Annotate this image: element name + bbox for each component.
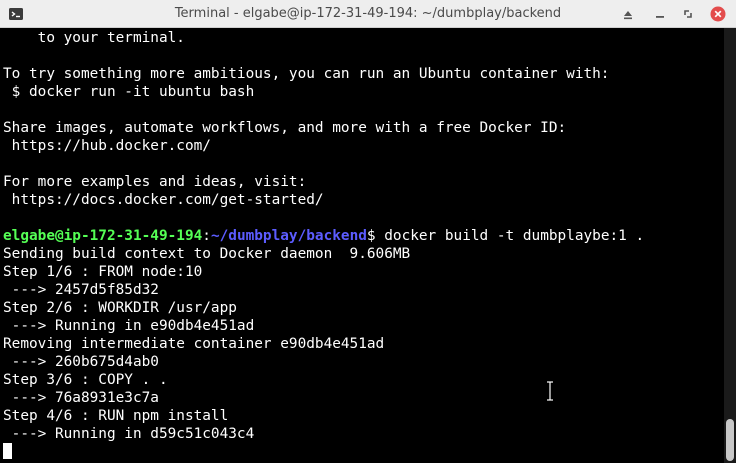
output-line: Sending build context to Docker daemon 9…	[3, 246, 411, 262]
prompt-path: ~/dumbplay/backend	[210, 228, 367, 244]
minimize-icon[interactable]	[652, 6, 668, 22]
terminal-line: To try something more ambitious, you can…	[3, 66, 610, 82]
mouse-ibeam-cursor-icon	[547, 381, 553, 401]
text-cursor	[3, 443, 12, 459]
scrollbar[interactable]	[724, 28, 736, 463]
shade-icon[interactable]	[620, 6, 636, 22]
cursor-line	[3, 443, 644, 461]
terminal-line: Share images, automate workflows, and mo…	[3, 120, 567, 136]
output-line: ---> Running in d59c51c043c4	[3, 426, 255, 442]
output-line: ---> 260b675d4ab0	[3, 354, 159, 370]
output-line: Step 1/6 : FROM node:10	[3, 264, 203, 280]
prompt-command: docker build -t dumbplaybe:1 .	[375, 228, 645, 244]
prompt-colon: :	[202, 228, 211, 244]
maximize-icon[interactable]	[680, 6, 696, 22]
prompt-line: elgabe@ip-172-31-49-194:~/dumbplay/backe…	[3, 227, 644, 245]
terminal-line: For more examples and ideas, visit:	[3, 174, 307, 190]
terminal-line: to your terminal.	[3, 30, 185, 46]
output-line: ---> Running in e90db4e451ad	[3, 318, 255, 334]
close-icon[interactable]	[710, 6, 726, 22]
output-line: Removing intermediate container e90db4e4…	[3, 336, 385, 352]
prompt-user-host: elgabe@ip-172-31-49-194	[3, 228, 203, 244]
scrollbar-thumb[interactable]	[726, 419, 734, 461]
output-line: Step 2/6 : WORKDIR /usr/app	[3, 300, 237, 316]
terminal-line: https://hub.docker.com/	[3, 138, 211, 154]
terminal-window: Terminal - elgabe@ip-172-31-49-194: ~/du…	[0, 0, 736, 463]
terminal-area[interactable]: to your terminal. To try something more …	[0, 28, 724, 463]
title-bar[interactable]: Terminal - elgabe@ip-172-31-49-194: ~/du…	[0, 0, 736, 28]
terminal-line: https://docs.docker.com/get-started/	[3, 192, 324, 208]
output-line: ---> 2457d5f85d32	[3, 282, 159, 298]
terminal-line: $ docker run -it ubuntu bash	[3, 84, 255, 100]
prompt-symbol: $	[366, 228, 376, 244]
output-line: Step 4/6 : RUN npm install	[3, 408, 229, 424]
